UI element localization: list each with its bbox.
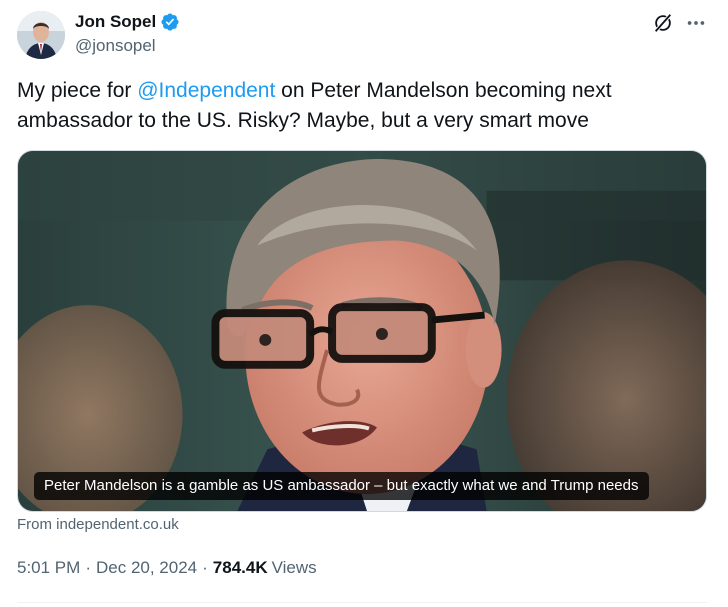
- mention-link[interactable]: @Independent: [137, 79, 275, 102]
- meta-separator: ·: [202, 558, 208, 577]
- verified-badge-icon[interactable]: [160, 12, 180, 32]
- link-source[interactable]: From independent.co.uk: [17, 516, 179, 533]
- tweet-meta: 5:01 PM · Dec 20, 2024 · 784.4K Views: [17, 558, 317, 578]
- avatar-image: [17, 11, 65, 59]
- grok-icon[interactable]: [652, 12, 674, 34]
- divider: [17, 602, 707, 603]
- author-display-name[interactable]: Jon Sopel: [75, 12, 156, 32]
- tweet: Jon Sopel @jonsopel My piece for @Indepe…: [0, 0, 728, 607]
- tweet-text-before: My piece for: [17, 79, 138, 102]
- article-headline-caption: Peter Mandelson is a gamble as US ambass…: [34, 472, 649, 500]
- author-handle[interactable]: @jonsopel: [75, 36, 156, 56]
- author-name-row: Jon Sopel: [75, 11, 180, 33]
- tweet-time[interactable]: 5:01 PM: [17, 558, 80, 578]
- views-count[interactable]: 784.4K: [213, 558, 268, 578]
- more-options-icon[interactable]: [685, 12, 707, 34]
- views-label: Views: [271, 558, 317, 577]
- avatar[interactable]: [17, 11, 65, 59]
- tweet-text: My piece for @Independent on Peter Mande…: [17, 76, 707, 136]
- meta-separator: ·: [85, 558, 91, 577]
- link-card[interactable]: Peter Mandelson is a gamble as US ambass…: [17, 150, 707, 512]
- tweet-date[interactable]: Dec 20, 2024: [96, 558, 197, 578]
- article-photo: [18, 151, 706, 511]
